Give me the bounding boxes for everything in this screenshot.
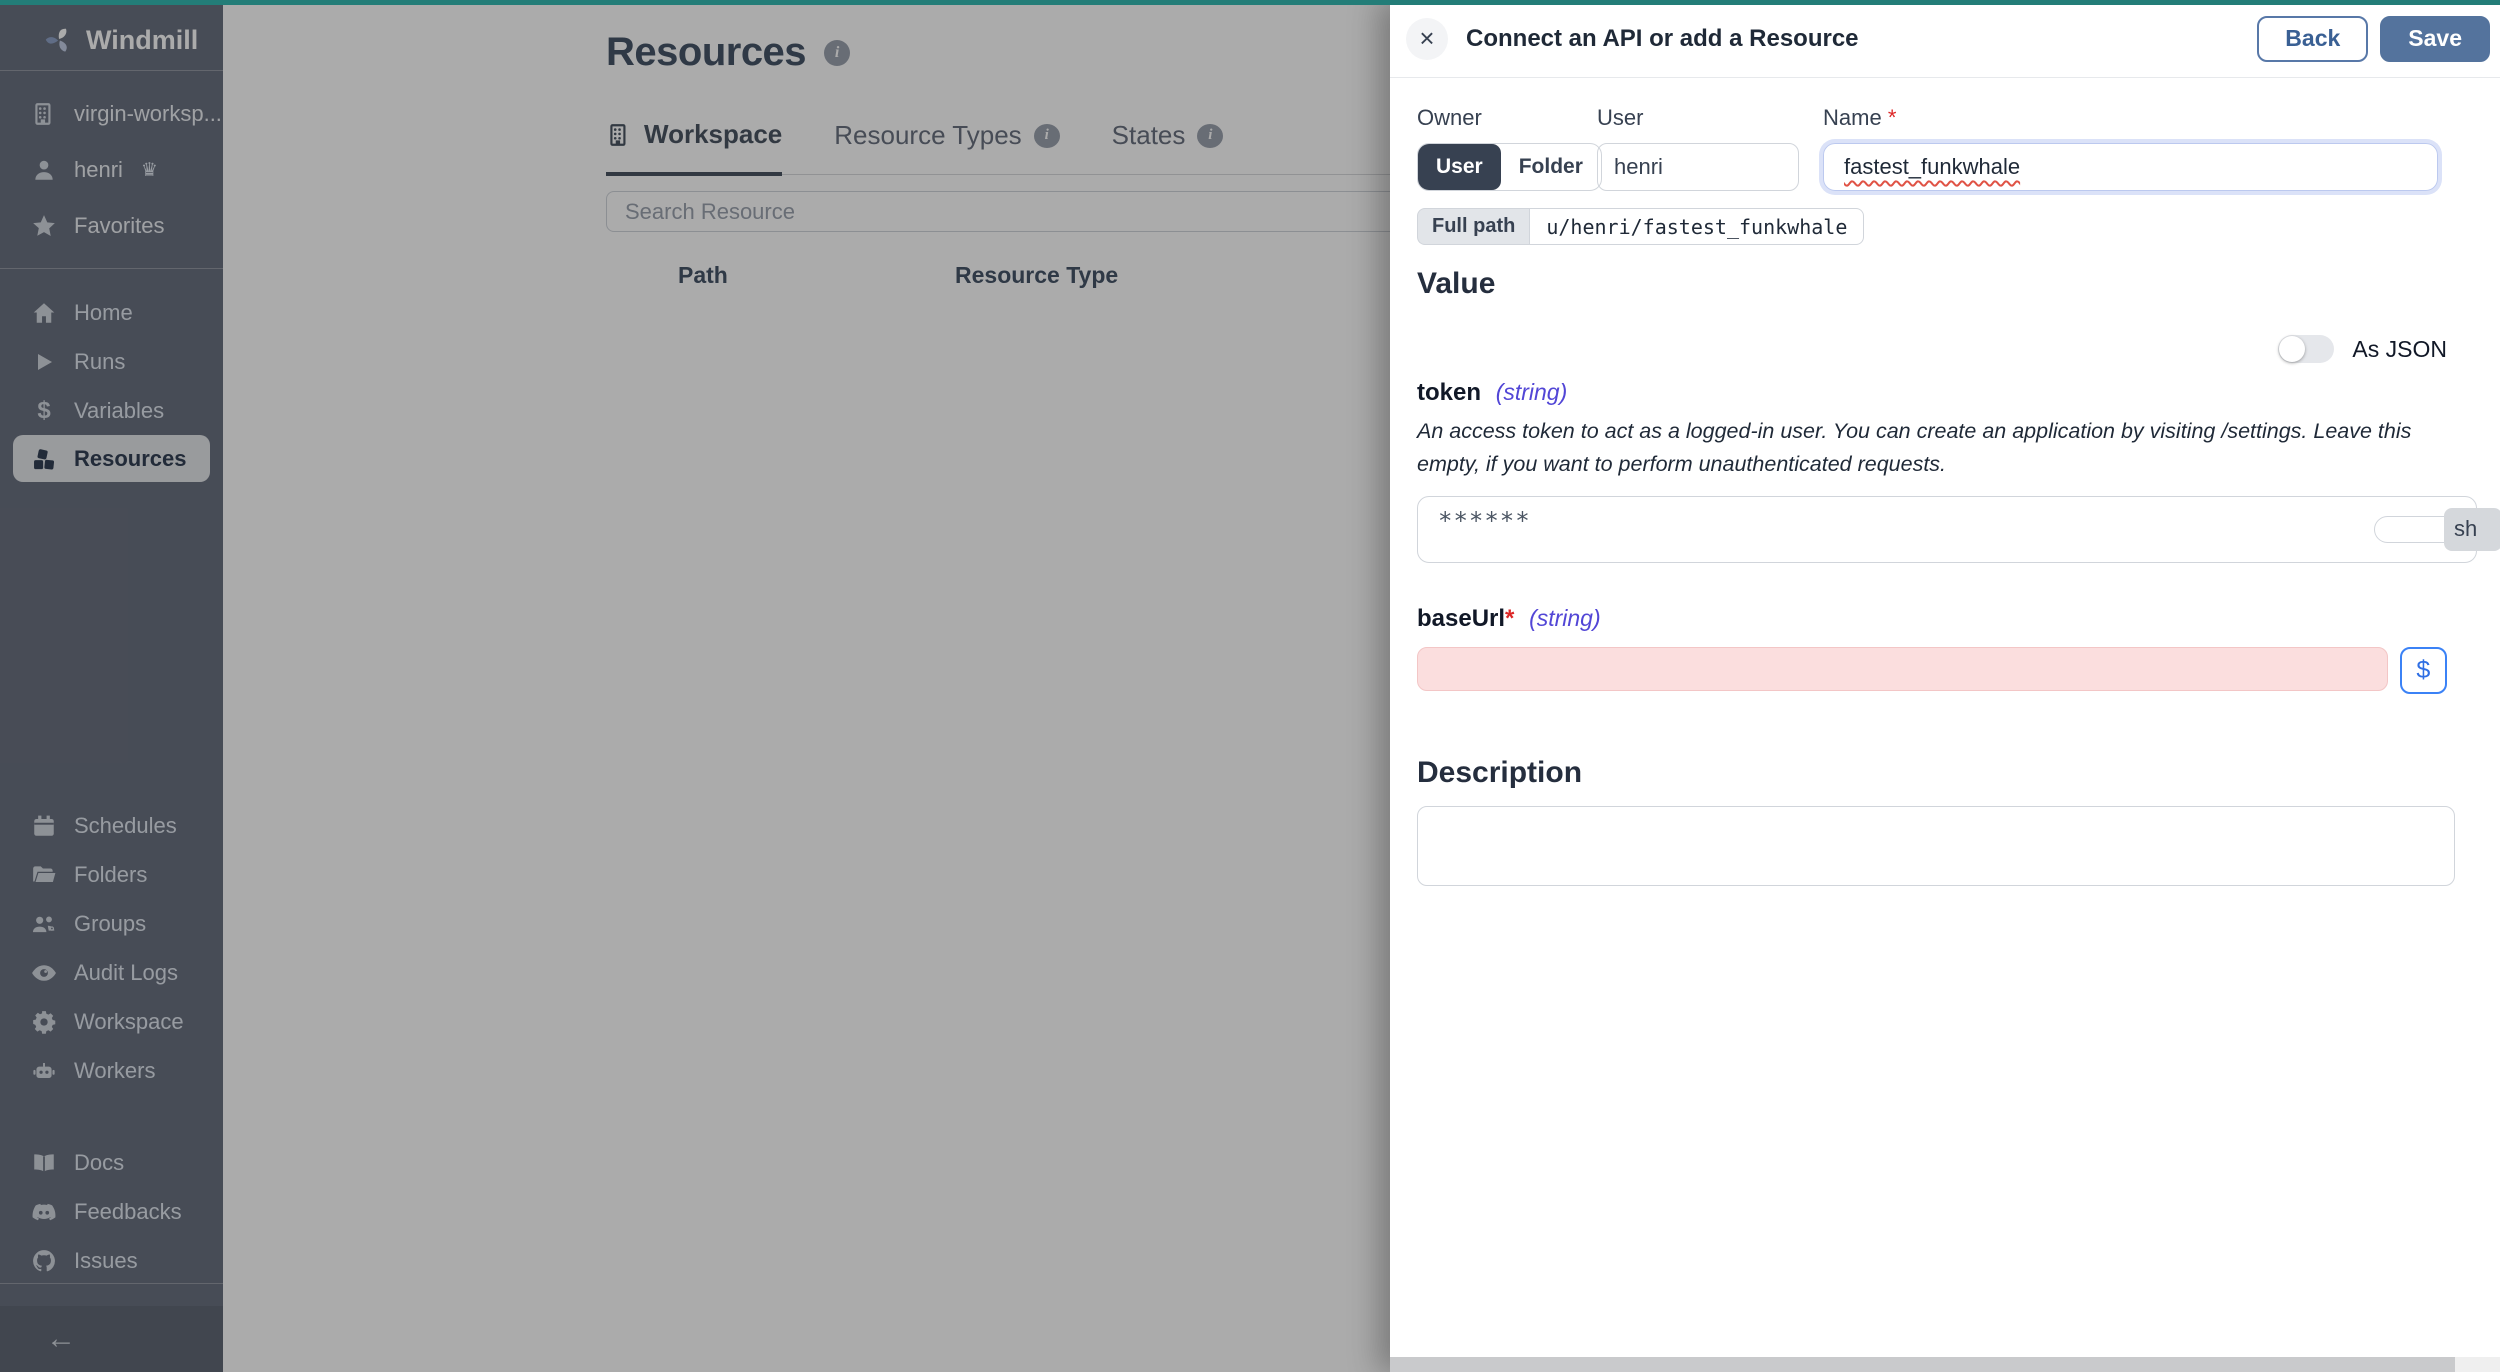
required-asterisk: * [1888,105,1897,130]
toggle-knob [2279,336,2305,362]
full-path-display: Full path u/henri/fastest_funkwhale [1417,208,1864,245]
scrollbar-thumb[interactable] [1390,1357,2455,1372]
user-input-value: henri [1614,154,1663,180]
top-accent-bar [0,0,2500,5]
description-textarea[interactable] [1417,806,2455,886]
token-field-header: token (string) [1417,379,2447,407]
owner-option-user[interactable]: User [1418,144,1501,190]
user-input[interactable]: henri [1597,143,1799,191]
full-path-value: u/henri/fastest_funkwhale [1529,208,1864,245]
name-input[interactable]: fastest_funkwhale [1823,143,2438,191]
modal-dim-overlay[interactable] [0,0,1390,1372]
drawer-header: × Connect an API or add a Resource Back … [1390,0,2500,78]
baseurl-field-type: (string) [1529,605,1601,631]
baseurl-input[interactable] [1417,647,2388,691]
required-asterisk: * [1505,605,1514,632]
name-label: Name * [1823,105,2438,131]
as-json-label: As JSON [2352,336,2447,363]
value-section-heading: Value [1417,267,2447,301]
back-button[interactable]: Back [2257,16,2368,62]
horizontal-scrollbar[interactable] [1390,1357,2500,1372]
baseurl-field-header: baseUrl* (string) [1417,605,2447,633]
drawer-title: Connect an API or add a Resource [1466,25,2257,53]
token-field-description: An access token to act as a logged-in us… [1417,415,2447,482]
owner-label: Owner [1417,105,1597,131]
insert-variable-button[interactable]: $ [2400,647,2447,694]
save-button[interactable]: Save [2380,16,2490,62]
token-masked-value: ****** [1438,507,1531,535]
owner-option-folder[interactable]: Folder [1501,144,1601,190]
close-icon[interactable]: × [1406,18,1448,60]
token-field-name: token [1417,379,1481,406]
token-field-type: (string) [1496,379,1568,405]
baseurl-field-name: baseUrl [1417,605,1505,632]
page: Windmill virgin-worksp... [0,0,2500,1372]
token-input[interactable]: ****** sh [1417,496,2477,563]
full-path-label: Full path [1417,208,1529,245]
drawer-body: Owner User Folder User henri Name * [1390,78,2500,891]
user-label: User [1597,105,1823,131]
resource-drawer: × Connect an API or add a Resource Back … [1390,0,2500,1372]
as-json-toggle[interactable] [2278,335,2334,363]
show-button[interactable]: sh [2444,508,2500,551]
owner-segmented-control: User Folder [1417,143,1602,191]
description-section-heading: Description [1417,756,2447,790]
name-input-value: fastest_funkwhale [1844,154,2020,180]
